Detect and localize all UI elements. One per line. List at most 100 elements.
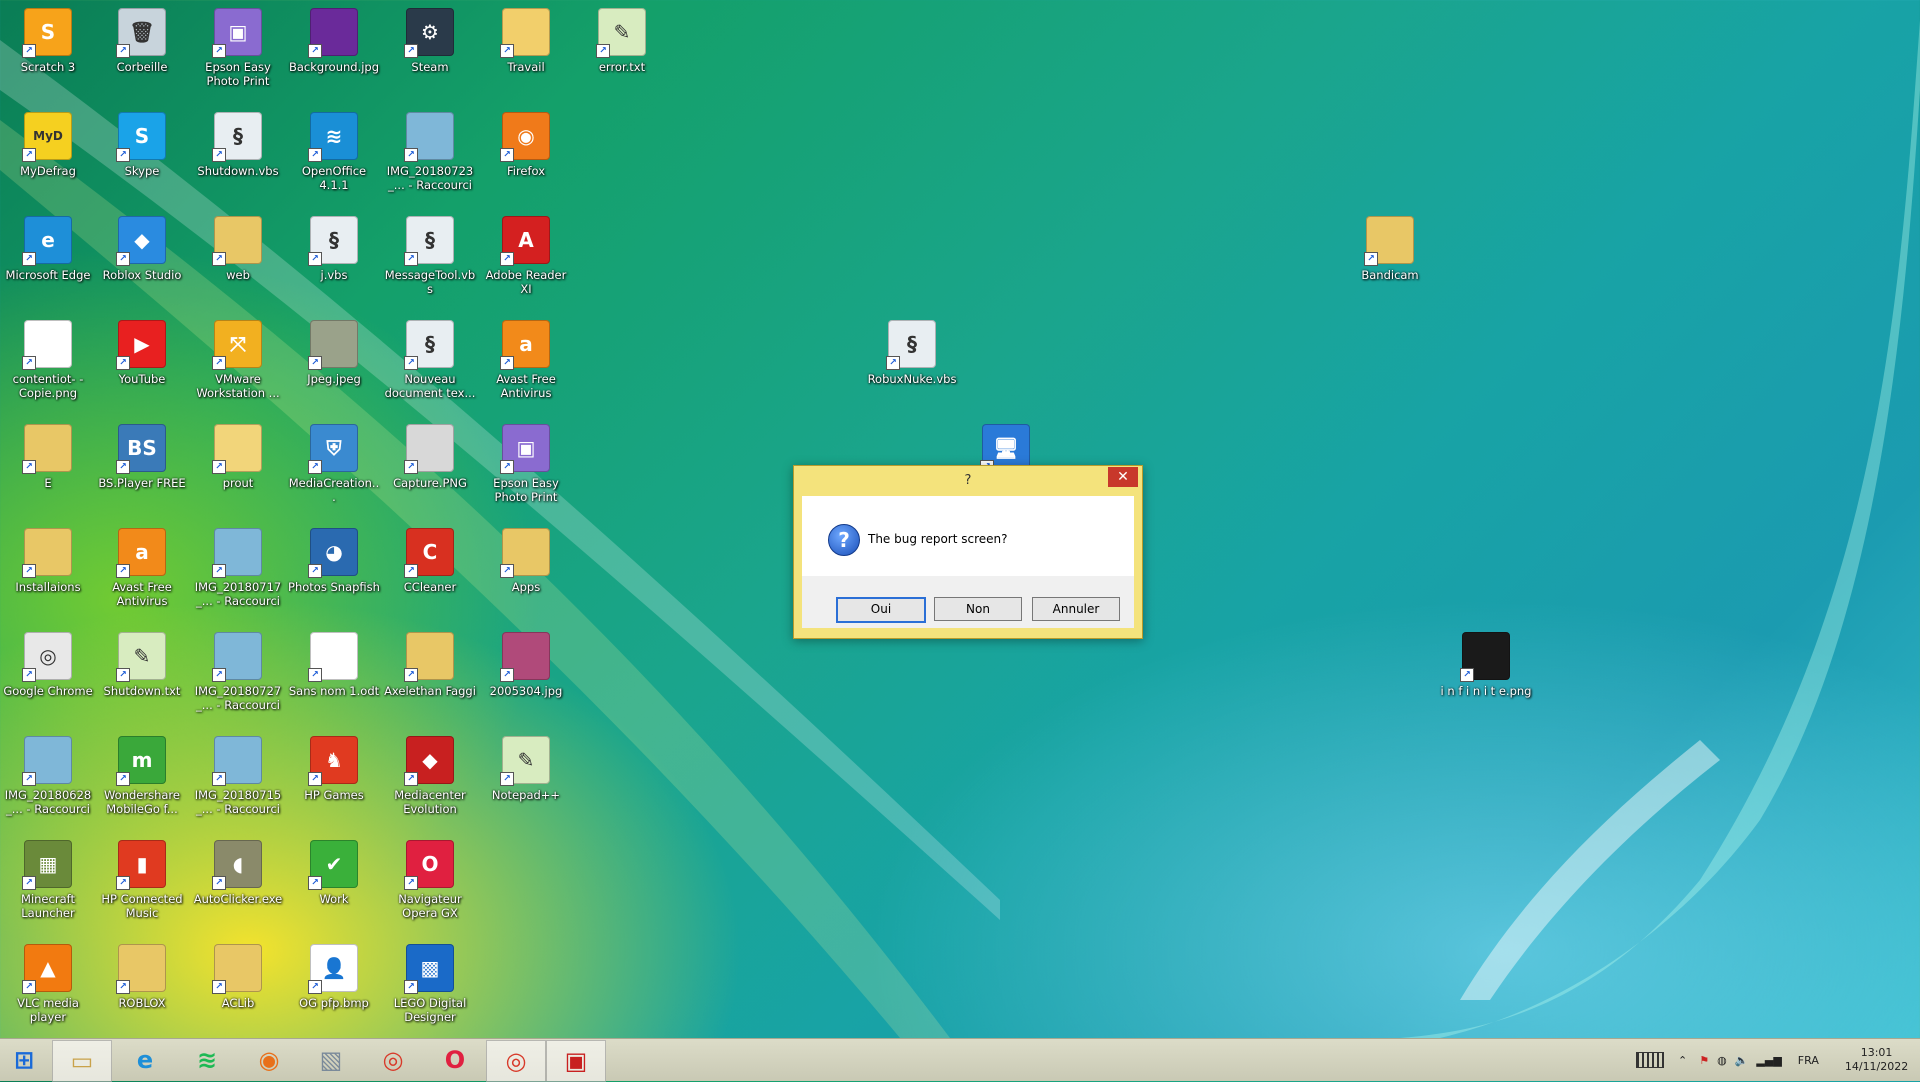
taskbar-firefox[interactable]: ◉ [240,1040,298,1080]
dialog-titlebar[interactable]: ? ✕ [794,466,1142,496]
desktop-icon[interactable]: ▲ ↗ VLC media player [2,936,94,1036]
desktop-icon[interactable]: ↗ E [2,416,94,516]
signal-icon[interactable]: ▂▄▆ [1756,1054,1781,1067]
desktop-icon[interactable]: ◕ ↗ Photos Snapfish [288,520,380,620]
desktop-icon[interactable]: 🗑 ↗ Corbeille [96,0,188,100]
desktop-icon[interactable]: ♞ ↗ HP Games [288,728,380,828]
desktop-icon[interactable]: ✎ ↗ Shutdown.txt [96,624,188,724]
desktop-icon[interactable]: MyD ↗ MyDefrag [2,104,94,204]
desktop-icon[interactable]: ⛨ ↗ MediaCreation... [288,416,380,516]
desktop-icon-label: E [44,476,52,490]
desktop-icon[interactable]: ↗ ROBLOX [96,936,188,1036]
desktop-icon[interactable]: ↗ IMG_20180727_... - Raccourci [192,624,284,724]
clock[interactable]: 13:01 14/11/2022 [1845,1046,1908,1074]
desktop-icon[interactable]: ↗ Jpeg.jpeg [288,312,380,412]
desktop-icon[interactable]: ↗ IMG_20180715_... - Raccourci [192,728,284,828]
desktop-icon[interactable]: ↗ IMG_20180723_... - Raccourci [384,104,476,204]
desktop-icon[interactable]: ▣ ↗ Epson Easy Photo Print [192,0,284,100]
desktop-icon[interactable]: ◆ ↗ Roblox Studio [96,208,188,308]
desktop-icon[interactable]: ▮ ↗ HP Connected Music [96,832,188,932]
desktop-icon-label: MyDefrag [20,164,76,178]
desktop-icon[interactable]: ↗ IMG_20180717_... - Raccourci [192,520,284,620]
desktop-icon[interactable]: § ↗ MessageTool.vbs [384,208,476,308]
desktop-icon[interactable]: ↗ Sans nom 1.odt [288,624,380,724]
desktop-icon[interactable]: ↗ Bandicam [1344,208,1436,308]
desktop-icon[interactable]: e ↗ Microsoft Edge [2,208,94,308]
desktop-icon[interactable]: ↗ Installaions [2,520,94,620]
desktop-icon[interactable]: ⚙ ↗ Steam [384,0,476,100]
desktop-icon-label: Shutdown.vbs [197,164,279,178]
desktop-icon[interactable]: a ↗ Avast Free Antivirus [480,312,572,412]
taskbar-opera-gx[interactable]: O [426,1040,484,1080]
desktop-icon[interactable]: § ↗ j.vbs [288,208,380,308]
desktop-icon[interactable]: ↗ Apps [480,520,572,620]
desktop-icon[interactable]: ↗ contentiot- - Copie.png [2,312,94,412]
desktop-icon[interactable]: ▶ ↗ YouTube [96,312,188,412]
taskbar-microsoft-edge[interactable]: e [116,1040,174,1080]
desktop-icon[interactable]: O ↗ Navigateur Opera GX [384,832,476,932]
desktop-icon-label: Installaions [15,580,81,594]
language-indicator[interactable]: FRA [1798,1054,1819,1067]
taskbar-google-chrome-profile[interactable]: ◎ [486,1040,546,1082]
network-icon[interactable]: ◍ [1717,1054,1727,1067]
desktop-icon[interactable]: ▦ ↗ Minecraft Launcher [2,832,94,932]
desktop-icon[interactable]: ↗ i n f i n i t e.png [1440,624,1532,724]
desktop-icon[interactable]: ↗ web [192,208,284,308]
hp-games-icon: ♞ ↗ [308,736,358,786]
desktop-icon[interactable]: ✔ ↗ Work [288,832,380,932]
desktop-icon[interactable]: S ↗ Scratch 3 [2,0,94,100]
desktop-icon[interactable]: ✎ ↗ error.txt [576,0,668,100]
firefox-icon: ◉ [258,1046,280,1074]
spotify-icon: ≋ [196,1046,218,1074]
desktop-icon[interactable]: ◎ ↗ Google Chrome [2,624,94,724]
desktop-icon[interactable]: ≋ ↗ OpenOffice 4.1.1 [288,104,380,204]
security-icon[interactable]: ⚑ [1699,1054,1709,1067]
desktop-icon[interactable]: ↗ prout [192,416,284,516]
taskbar-start-button[interactable]: ⊞ [0,1040,48,1080]
desktop-icon[interactable]: § ↗ Nouveau document tex... [384,312,476,412]
desktop-icon[interactable]: ↗ IMG_20180628_... - Raccourci [2,728,94,828]
desktop-icon[interactable]: S ↗ Skype [96,104,188,204]
desktop-icon[interactable]: a ↗ Avast Free Antivirus [96,520,188,620]
desktop-icon[interactable]: ↗ 2005304.jpg [480,624,572,724]
desktop-icon[interactable]: ↗ Background.jpg [288,0,380,100]
desktop-icon[interactable]: ⤧ ↗ VMware Workstation ... [192,312,284,412]
desktop-icon[interactable]: ↗ Axelethan Faggi [384,624,476,724]
chevron-up-icon[interactable]: ⌃ [1678,1054,1687,1067]
desktop-icon[interactable]: ↗ Capture.PNG [384,416,476,516]
shortcut-arrow-icon: ↗ [22,148,36,162]
desktop-icon[interactable]: m ↗ Wondershare MobileGo f... [96,728,188,828]
volume-icon[interactable]: 🔈 [1735,1054,1749,1067]
desktop-icon[interactable]: BS ↗ BS.Player FREE [96,416,188,516]
desktop-icon[interactable]: ▩ ↗ LEGO Digital Designer [384,936,476,1036]
desktop-icon-label: Jpeg.jpeg [307,372,361,386]
keyboard-icon[interactable] [1636,1052,1664,1068]
system-tray: ⌃ ⚑ ◍ 🔈 ▂▄▆ FRA 13:01 14/11/2022 [1636,1039,1908,1081]
taskbar-google-chrome[interactable]: ◎ [364,1040,422,1080]
desktop-icon[interactable]: ▣ ↗ Epson Easy Photo Print [480,416,572,516]
desktop-icon[interactable]: ◉ ↗ Firefox [480,104,572,204]
cancel-button[interactable]: Annuler [1032,597,1120,621]
desktop-icon[interactable]: ✎ ↗ Notepad++ [480,728,572,828]
desktop-icon[interactable]: 👤 ↗ OG pfp.bmp [288,936,380,1036]
yes-button[interactable]: Oui [836,597,926,623]
shortcut-arrow-icon: ↗ [116,44,130,58]
taskbar-file-explorer[interactable]: ▭ [52,1040,112,1082]
desktop-icon[interactable]: ◆ ↗ Mediacenter Evolution [384,728,476,828]
taskbar-spotify[interactable]: ≋ [178,1040,236,1080]
desktop-icon[interactable]: A ↗ Adobe Reader XI [480,208,572,308]
taskbar-photo-viewer[interactable]: ▧ [302,1040,360,1080]
desktop-icon[interactable]: C ↗ CCleaner [384,520,476,620]
desktop-icon[interactable]: ◖ ↗ AutoClicker.exe [192,832,284,932]
desktop-icon[interactable]: § ↗ RobuxNuke.vbs [866,312,958,412]
shortcut-arrow-icon: ↗ [22,460,36,474]
taskbar-script-host[interactable]: ▣ [546,1040,606,1082]
close-icon[interactable]: ✕ [1108,467,1138,487]
desktop-icon[interactable]: § ↗ Shutdown.vbs [192,104,284,204]
shortcut-arrow-icon: ↗ [308,668,322,682]
shortcut-arrow-icon: ↗ [404,252,418,266]
desktop-icon[interactable]: ↗ ACLib [192,936,284,1036]
desktop-icon-label: Wondershare MobileGo f... [103,788,180,816]
no-button[interactable]: Non [934,597,1022,621]
desktop-icon[interactable]: ↗ Travail [480,0,572,100]
